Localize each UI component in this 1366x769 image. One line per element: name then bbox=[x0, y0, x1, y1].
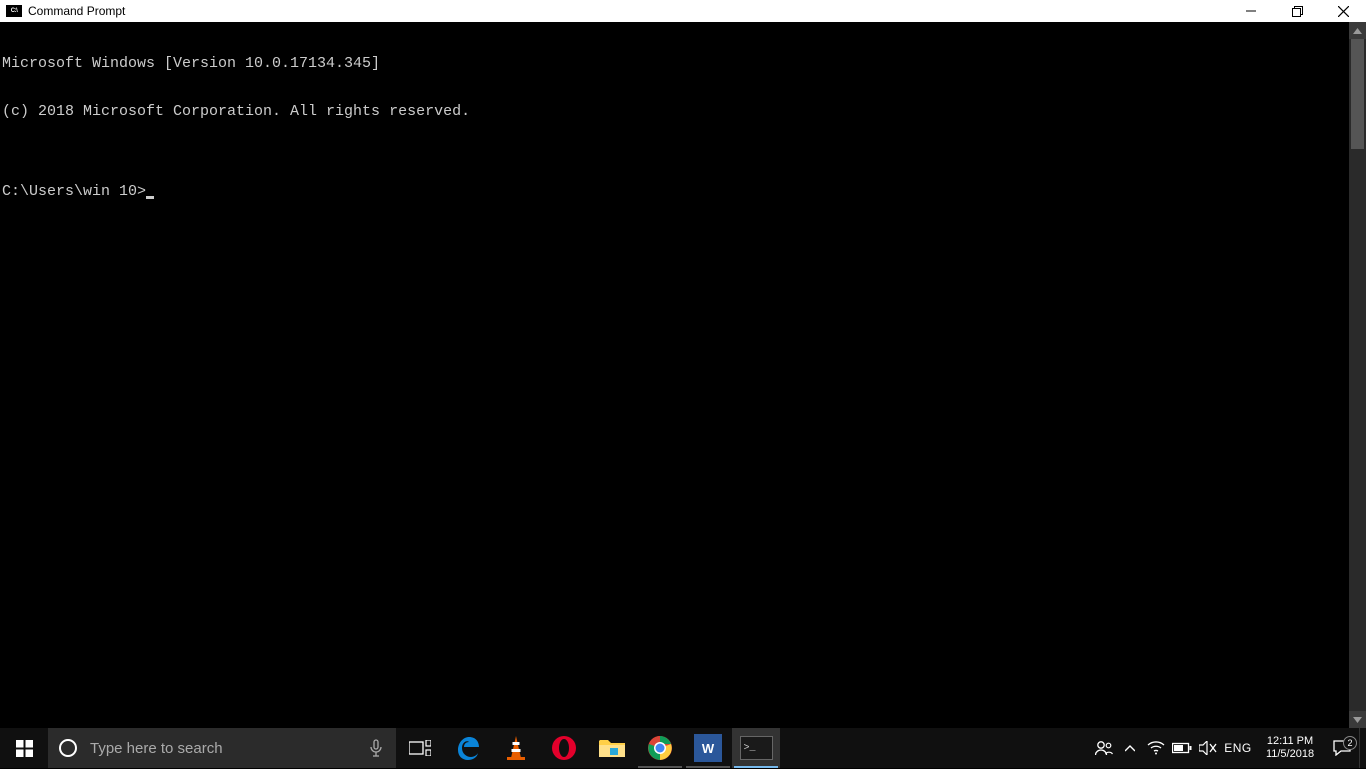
battery-icon[interactable] bbox=[1169, 728, 1195, 768]
action-center-button[interactable]: 2 bbox=[1325, 740, 1359, 756]
close-button[interactable] bbox=[1320, 0, 1366, 22]
people-icon[interactable] bbox=[1091, 728, 1117, 768]
taskbar-app-word[interactable]: W bbox=[684, 728, 732, 768]
terminal-cursor bbox=[146, 196, 154, 199]
taskbar-app-file-explorer[interactable] bbox=[588, 728, 636, 768]
edge-icon bbox=[454, 734, 482, 762]
terminal-line: Microsoft Windows [Version 10.0.17134.34… bbox=[2, 56, 1349, 72]
scrollbar-track[interactable] bbox=[1349, 39, 1366, 711]
window-titlebar[interactable]: C:\ Command Prompt bbox=[0, 0, 1366, 22]
opera-icon bbox=[551, 735, 577, 761]
microphone-icon[interactable] bbox=[356, 739, 396, 757]
volume-muted-icon[interactable] bbox=[1195, 728, 1221, 768]
wifi-icon[interactable] bbox=[1143, 728, 1169, 768]
taskbar-app-edge[interactable] bbox=[444, 728, 492, 768]
start-button[interactable] bbox=[0, 728, 48, 768]
vertical-scrollbar[interactable] bbox=[1349, 22, 1366, 728]
input-language-indicator[interactable]: ENG bbox=[1221, 741, 1255, 755]
clock-time: 12:11 PM bbox=[1267, 735, 1313, 748]
taskbar-app-vlc[interactable] bbox=[492, 728, 540, 768]
maximize-button[interactable] bbox=[1274, 0, 1320, 22]
task-view-button[interactable] bbox=[396, 728, 444, 768]
word-icon: W bbox=[694, 734, 722, 762]
clock-date: 11/5/2018 bbox=[1266, 748, 1314, 761]
vlc-cone-icon bbox=[503, 734, 529, 762]
tray-overflow-button[interactable] bbox=[1117, 728, 1143, 768]
windows-logo-icon bbox=[16, 740, 33, 757]
taskbar-app-chrome[interactable] bbox=[636, 728, 684, 768]
scroll-up-button[interactable] bbox=[1349, 22, 1366, 39]
cortana-icon[interactable] bbox=[48, 738, 88, 758]
minimize-button[interactable] bbox=[1228, 0, 1274, 22]
cmd-app-icon: C:\ bbox=[6, 5, 22, 17]
folder-icon bbox=[598, 737, 626, 759]
search-input[interactable] bbox=[88, 727, 356, 769]
system-tray: ENG 12:11 PM 11/5/2018 2 bbox=[1091, 728, 1366, 768]
terminal-prompt: C:\Users\win 10> bbox=[2, 184, 146, 200]
notification-badge: 2 bbox=[1343, 736, 1357, 750]
taskbar-spacer bbox=[780, 728, 1091, 768]
taskbar-app-command-prompt[interactable]: >_ bbox=[732, 728, 780, 768]
taskbar-app-opera[interactable] bbox=[540, 728, 588, 768]
window-controls bbox=[1228, 0, 1366, 22]
taskbar: W >_ bbox=[0, 728, 1366, 768]
task-view-icon bbox=[409, 740, 431, 756]
window-title: Command Prompt bbox=[28, 0, 125, 22]
window-client-area: Microsoft Windows [Version 10.0.17134.34… bbox=[0, 22, 1366, 728]
scrollbar-thumb[interactable] bbox=[1351, 39, 1364, 149]
terminal-prompt-line: C:\Users\win 10> bbox=[2, 184, 1349, 200]
terminal-line: (c) 2018 Microsoft Corporation. All righ… bbox=[2, 104, 1349, 120]
taskbar-clock[interactable]: 12:11 PM 11/5/2018 bbox=[1255, 735, 1325, 761]
taskbar-search[interactable] bbox=[48, 728, 396, 768]
show-desktop-button[interactable] bbox=[1359, 728, 1366, 768]
terminal-output[interactable]: Microsoft Windows [Version 10.0.17134.34… bbox=[0, 22, 1349, 728]
cmd-icon: >_ bbox=[740, 736, 773, 760]
scroll-down-button[interactable] bbox=[1349, 711, 1366, 728]
chrome-icon bbox=[647, 735, 673, 761]
